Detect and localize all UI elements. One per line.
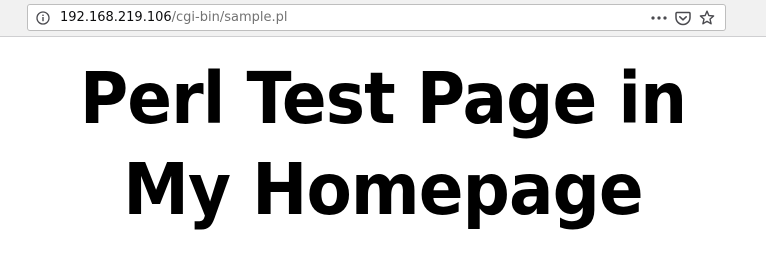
url-host: 192.168.219.106 [60,10,172,25]
bookmark-star-icon[interactable] [695,9,719,27]
address-bar[interactable]: 192.168.219.106/cgi-bin/sample.pl [27,4,726,31]
page-heading: Perl Test Page in My Homepage [79,57,687,231]
url-path: /cgi-bin/sample.pl [171,10,288,25]
page-content: Perl Test Page in My Homepage [0,38,766,262]
browser-toolbar: 192.168.219.106/cgi-bin/sample.pl [0,0,766,37]
info-icon[interactable] [35,10,51,26]
url-text[interactable]: 192.168.219.106/cgi-bin/sample.pl [60,10,287,25]
pocket-icon[interactable] [671,9,695,27]
page-actions [647,9,719,27]
more-icon[interactable] [647,9,671,27]
